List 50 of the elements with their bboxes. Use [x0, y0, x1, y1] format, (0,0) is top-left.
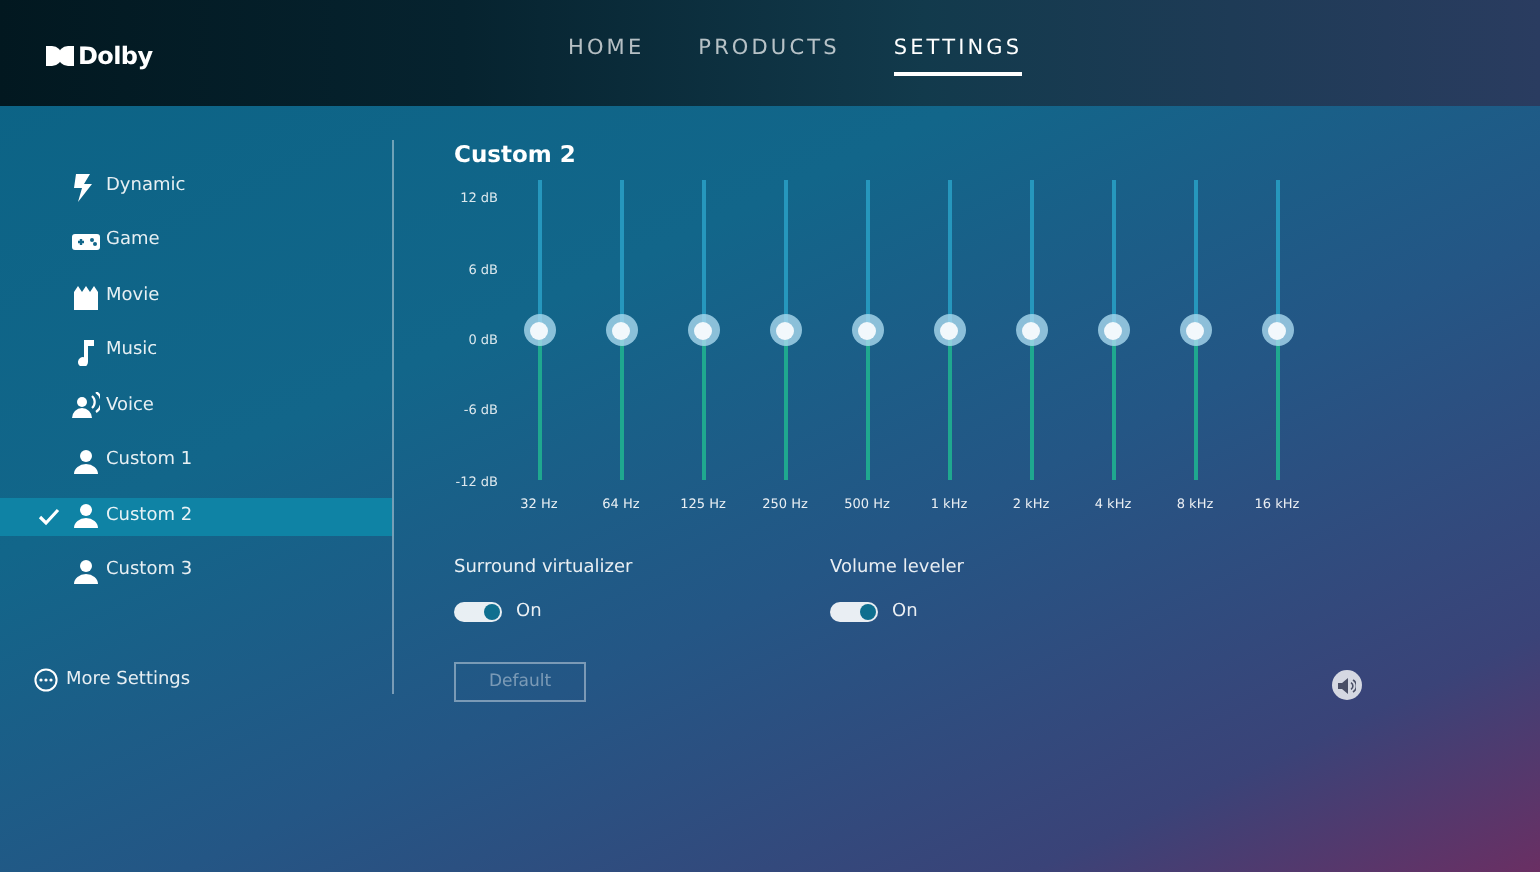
slider-thumb[interactable] — [1097, 314, 1129, 347]
nav-tab[interactable]: SETTINGS — [893, 34, 1023, 76]
person-icon — [71, 447, 99, 476]
sidebar-item[interactable]: Custom 2 — [0, 497, 392, 537]
setting-label: Volume leveler — [830, 556, 966, 582]
slider-thumb[interactable] — [523, 314, 555, 347]
sidebar-item[interactable]: Voice — [0, 387, 392, 427]
speaker-button[interactable] — [1332, 670, 1362, 700]
clapperboard-icon — [71, 283, 99, 312]
sidebar-item[interactable]: Game — [0, 222, 392, 262]
speaker-icon — [1338, 677, 1356, 693]
slider-thumb[interactable] — [1015, 314, 1047, 347]
slider-thumb[interactable] — [687, 314, 719, 347]
slider[interactable] — [933, 180, 965, 481]
slider-thumb[interactable] — [851, 314, 883, 347]
slider-thumb[interactable] — [605, 314, 637, 347]
slider[interactable] — [1261, 180, 1293, 481]
more-settings-link[interactable]: More Settings — [66, 667, 191, 694]
section-title: Custom 2 — [454, 138, 578, 172]
nav-tab[interactable]: HOME — [568, 34, 645, 76]
voice-icon — [71, 392, 99, 421]
slider[interactable] — [1097, 180, 1129, 481]
more-icon — [34, 668, 58, 693]
toggle-switch[interactable] — [454, 602, 502, 623]
check-icon — [38, 507, 60, 526]
toggle-state: On — [516, 599, 542, 625]
sidebar-item[interactable]: Dynamic — [0, 168, 392, 207]
slider[interactable] — [851, 180, 883, 481]
logo-icon — [46, 46, 74, 66]
slider[interactable] — [687, 180, 719, 481]
sidebar-item[interactable]: Custom 1 — [0, 442, 392, 482]
person-icon — [71, 502, 99, 531]
slider-thumb[interactable] — [1261, 314, 1293, 347]
setting-label: Surround virtualizer — [454, 556, 635, 582]
logo-text: Dolby — [78, 40, 153, 74]
person-icon — [71, 557, 99, 586]
sidebar-item[interactable]: Movie — [0, 277, 392, 317]
slider-thumb[interactable] — [933, 314, 965, 347]
slider[interactable] — [523, 180, 555, 481]
slider[interactable] — [1015, 180, 1047, 481]
nav-tab[interactable]: PRODUCTS — [698, 34, 840, 76]
sidebar-item[interactable]: Custom 3 — [0, 552, 392, 591]
sidebar-item[interactable]: Music — [0, 332, 392, 372]
slider-thumb[interactable] — [1179, 314, 1211, 347]
slider[interactable] — [769, 180, 801, 481]
slider[interactable] — [605, 180, 637, 481]
slider[interactable] — [1179, 180, 1211, 481]
slider-thumb[interactable] — [769, 314, 801, 347]
toggle-state: On — [892, 599, 918, 625]
toggle-switch[interactable] — [830, 602, 878, 623]
